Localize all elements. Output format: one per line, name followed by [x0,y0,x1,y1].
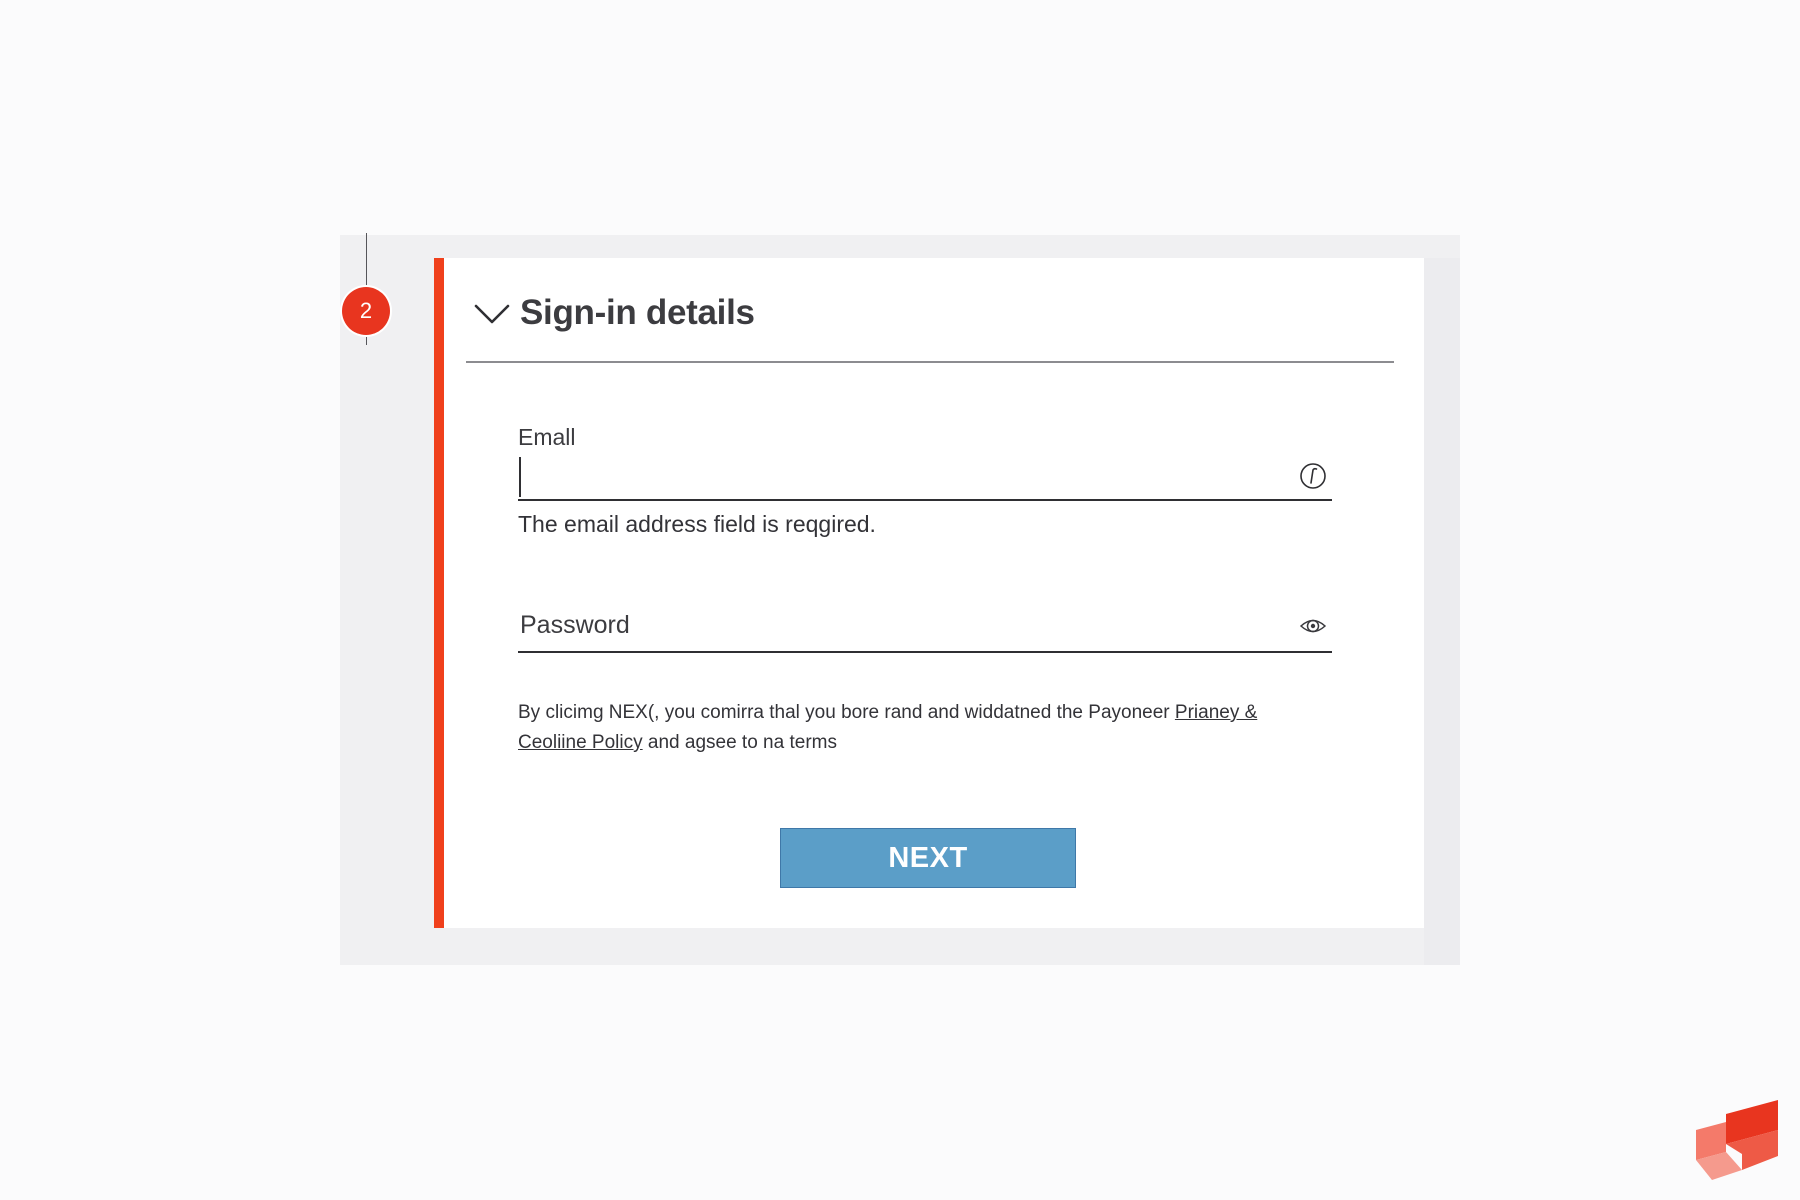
info-circle-icon[interactable] [1298,461,1328,491]
brand-logo-icon [1696,1100,1778,1180]
text-cursor [519,457,521,497]
email-error-message: The email address field is reqgired. [518,511,876,537]
header-divider [466,361,1394,363]
email-label: Emall [518,424,576,450]
page: 2 Sign-in details Emall The email addres… [0,0,1800,1200]
active-step-accent-bar [434,258,444,928]
consent-prefix: By clicimg NEX(, you comirra thal you bo… [518,702,1170,723]
section-header-toggle[interactable]: Sign-in details [472,286,1398,340]
card-shadow-edge [1424,258,1460,965]
step-number-badge: 2 [342,287,390,335]
email-input[interactable] [518,453,1282,497]
sign-in-card: Sign-in details Emall The email address … [434,258,1424,928]
email-field-wrapper [518,453,1332,501]
eye-icon[interactable] [1298,611,1328,641]
chevron-down-icon [474,304,510,324]
next-button[interactable]: NEXT [780,828,1076,888]
password-field-wrapper [518,603,1332,653]
consent-suffix: and agsee to na terms [647,732,837,753]
consent-text: By clicimg NEX(, you comirra thal you bo… [518,698,1298,758]
section-title: Sign-in details [520,293,755,332]
password-input[interactable] [518,603,1282,647]
